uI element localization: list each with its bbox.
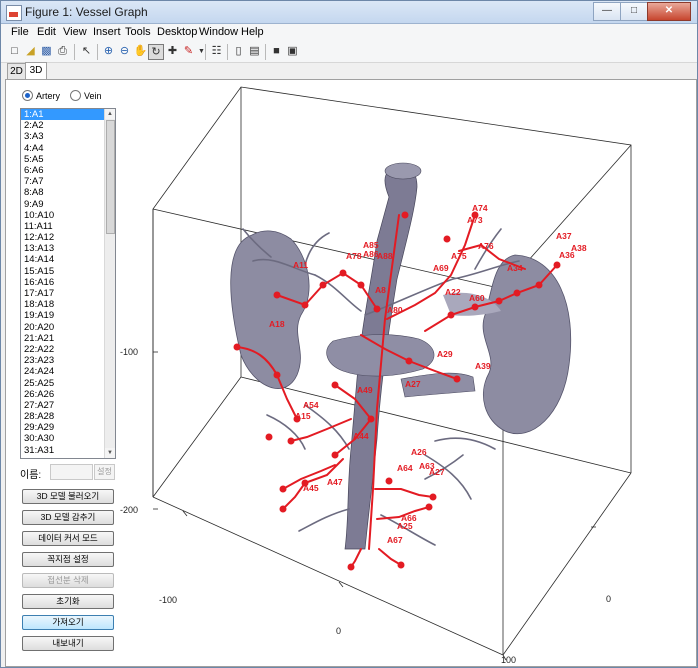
vessel-3d-axes[interactable]: -100 -200 -100 0 100 0 A74 A73 A76 A37 A…	[5, 79, 695, 665]
print-figure-icon[interactable]: ⎙	[55, 44, 70, 59]
save-figure-icon[interactable]: ▩	[39, 44, 54, 59]
tab-2d[interactable]: 2D	[7, 63, 26, 79]
label-a26: A26	[411, 447, 427, 457]
label-a27b: A27	[429, 467, 445, 477]
label-a47: A47	[327, 477, 343, 487]
menu-desktop[interactable]: Desktop	[157, 26, 197, 38]
label-a18: A18	[269, 319, 285, 329]
label-a37: A37	[556, 231, 572, 241]
figure-window: Figure 1: Vessel Graph — □ ✕ File Edit V…	[0, 0, 698, 668]
label-a74: A74	[472, 203, 488, 213]
label-a76: A76	[478, 241, 494, 251]
menu-insert[interactable]: Insert	[93, 26, 121, 38]
label-a49: A49	[357, 385, 373, 395]
data-cursor-icon[interactable]: ✚	[165, 44, 180, 59]
z-tick-minus100: -100	[120, 347, 138, 357]
brush-dropdown-icon[interactable]: ▼	[194, 44, 209, 59]
y-tick-0: 0	[606, 594, 611, 604]
label-a44: A44	[353, 431, 369, 441]
label-a25: A25	[397, 521, 413, 531]
label-a8: A8	[375, 285, 386, 295]
zoom-out-icon[interactable]: ⊖	[117, 44, 132, 59]
menu-help[interactable]: Help	[241, 26, 264, 38]
label-a88: A88	[377, 251, 393, 261]
insert-legend-icon[interactable]: ▤	[247, 44, 262, 59]
label-a15: A15	[295, 411, 311, 421]
minimize-icon[interactable]: —	[593, 2, 621, 21]
hide-plot-tools-icon[interactable]: ■	[269, 44, 284, 59]
z-tick-minus200: -200	[120, 505, 138, 515]
menu-bar: File Edit View Insert Tools Desktop Wind…	[1, 24, 697, 42]
label-a39: A39	[475, 361, 491, 371]
label-a34: A34	[507, 263, 523, 273]
label-a75: A75	[451, 251, 467, 261]
maximize-icon[interactable]: □	[620, 2, 648, 21]
label-a27: A27	[405, 379, 421, 389]
label-a67: A67	[387, 535, 403, 545]
menu-view[interactable]: View	[63, 26, 87, 38]
figure-app-icon	[6, 5, 22, 21]
rotate-3d-icon[interactable]: ↻	[148, 44, 164, 60]
menu-tools[interactable]: Tools	[125, 26, 151, 38]
tab-3d[interactable]: 3D	[25, 62, 47, 80]
label-a60: A60	[469, 293, 485, 303]
menu-window[interactable]: Window	[199, 26, 238, 38]
menu-edit[interactable]: Edit	[37, 26, 56, 38]
label-a11: A11	[293, 260, 308, 270]
title-bar[interactable]: Figure 1: Vessel Graph — □ ✕	[1, 1, 697, 24]
label-a78: A78	[346, 251, 362, 261]
insert-colorbar-icon[interactable]: ▯	[231, 44, 246, 59]
label-a69: A69	[433, 263, 449, 273]
edit-plot-arrow-icon[interactable]: ↖	[79, 44, 94, 59]
menu-file[interactable]: File	[11, 26, 29, 38]
new-figure-icon[interactable]: □	[7, 44, 22, 59]
label-a73: A73	[467, 215, 483, 225]
label-a45: A45	[303, 483, 319, 493]
label-a54: A54	[303, 400, 319, 410]
label-a80: A80	[387, 305, 403, 315]
figure-toolbar: □ ◢ ▩ ⎙ ↖ ⊕ ⊖ ✋ ↻ ✚ ✎ ▼ ☷ ▯ ▤ ■ ▣	[1, 42, 697, 63]
pan-hand-icon[interactable]: ✋	[133, 44, 148, 59]
close-icon[interactable]: ✕	[647, 2, 691, 21]
window-title: Figure 1: Vessel Graph	[25, 5, 148, 19]
open-file-icon[interactable]: ◢	[23, 44, 38, 59]
zoom-in-icon[interactable]: ⊕	[101, 44, 116, 59]
label-a64: A64	[397, 463, 413, 473]
x-tick-0: 0	[336, 626, 341, 636]
show-plot-tools-icon[interactable]: ▣	[285, 44, 300, 59]
label-a36: A36	[559, 250, 575, 260]
link-plot-icon[interactable]: ☷	[209, 44, 224, 59]
x-tick-100: 100	[501, 655, 516, 665]
label-a22: A22	[445, 287, 461, 297]
x-tick-minus100: -100	[159, 595, 177, 605]
label-a29: A29	[437, 349, 453, 359]
